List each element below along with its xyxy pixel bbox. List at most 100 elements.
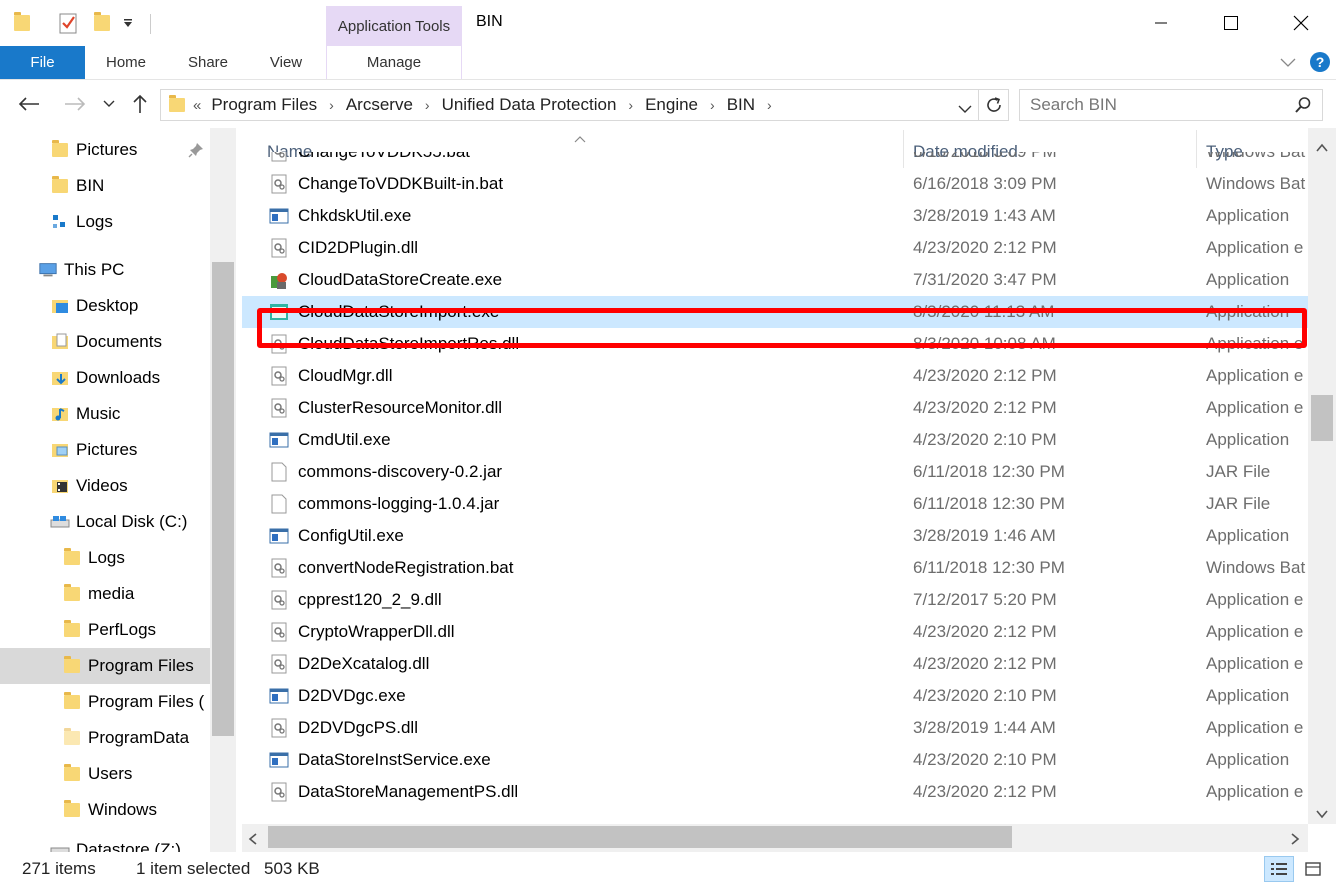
nav-item-pictures[interactable]: Pictures [0,432,210,468]
address-overflow[interactable]: « [193,97,207,114]
table-row[interactable]: CloudDataStoreImport.exe 8/3/2020 11:13 A… [242,296,1308,328]
nav-item-bin[interactable]: BIN [0,168,210,204]
file-name: ClusterResourceMonitor.dll [298,398,503,417]
breadcrumb-chevron-icon[interactable]: › [702,97,723,113]
nav-item-documents[interactable]: Documents [0,324,210,360]
refresh-button[interactable] [978,90,1008,120]
gear-file-icon [269,174,289,194]
search-icon[interactable] [1294,96,1312,119]
folder-icon [50,140,70,160]
nav-item-perflogs[interactable]: PerfLogs [0,612,210,648]
forward-button[interactable] [62,92,88,116]
scroll-left-button[interactable] [248,831,258,850]
table-row[interactable]: D2DVDgc.exe 4/23/2020 2:10 PM Application [242,680,1308,712]
breadcrumb-chevron-icon[interactable]: › [417,97,438,113]
properties-icon[interactable] [58,12,80,34]
help-button[interactable]: ? [1310,52,1330,72]
breadcrumb-unified-data-protection[interactable]: Unified Data Protection [438,95,621,115]
breadcrumb-chevron-icon[interactable]: › [759,97,780,113]
breadcrumb-bin[interactable]: BIN [723,95,759,115]
chevron-down-icon [1316,810,1328,819]
tab-view[interactable]: View [250,46,322,79]
tab-share[interactable]: Share [172,46,244,79]
nav-item-program-files-x86[interactable]: Program Files ( [0,684,210,720]
file-name: CloudDataStoreCreate.exe [298,270,503,289]
file-name: convertNodeRegistration.bat [298,558,514,577]
table-row[interactable]: CloudDataStoreImportRes.dll 8/3/2020 10:0… [242,328,1308,360]
table-row[interactable]: ConfigUtil.exe 3/28/2019 1:46 AM Applicati… [242,520,1308,552]
table-row[interactable]: CloudDataStoreCreate.exe 7/31/2020 3:47 P… [242,264,1308,296]
folder-icon [62,728,82,748]
nav-item-desktop[interactable]: Desktop [0,288,210,324]
nav-item-program-files[interactable]: Program Files [0,648,210,684]
table-row[interactable]: ChangeToVDDKBuilt-in.bat 6/16/2018 3:09 P… [242,168,1308,200]
file-type: Application e [1206,366,1304,385]
scroll-down-button[interactable] [1315,804,1329,823]
nav-item-label: Program Files [88,656,194,675]
breadcrumb-chevron-icon[interactable]: › [620,97,641,113]
file-name: CryptoWrapperDll.dll [298,622,455,641]
table-row[interactable]: CmdUtil.exe 4/23/2020 2:10 PM Application [242,424,1308,456]
close-button[interactable] [1266,0,1336,46]
breadcrumb-engine[interactable]: Engine [641,95,702,115]
nav-item-videos[interactable]: Videos [0,468,210,504]
back-button[interactable] [16,92,42,116]
file-name: CloudDataStoreImportRes.dll [298,334,520,353]
large-icons-view-button[interactable] [1298,856,1328,882]
customize-toolbar-icon[interactable] [118,12,138,34]
vertical-scrollbar-thumb[interactable] [1311,395,1333,441]
file-date-modified: 4/23/2020 2:12 PM [913,366,1057,385]
recent-locations-button[interactable] [100,92,118,116]
nav-item-pictures-quick[interactable]: Pictures [0,132,210,168]
search-input[interactable]: Search BIN [1019,89,1323,121]
folder-icon[interactable] [12,12,32,34]
scroll-up-button[interactable] [1315,138,1329,157]
address-dropdown-button[interactable] [958,99,972,119]
table-row[interactable]: CloudMgr.dll 4/23/2020 2:12 PM Application… [242,360,1308,392]
breadcrumb-program-files[interactable]: Program Files [207,95,321,115]
new-folder-icon[interactable] [92,12,112,34]
table-row[interactable]: DataStoreInstService.exe 4/23/2020 2:10 P… [242,744,1308,776]
details-view-button[interactable] [1264,856,1294,882]
expand-ribbon-button[interactable] [1278,54,1298,72]
table-row[interactable]: CryptoWrapperDll.dll 4/23/2020 2:12 PM App… [242,616,1308,648]
breadcrumb-chevron-icon[interactable]: › [321,97,342,113]
ribbon-tabs: File Home Share View Manage ? [0,46,1336,80]
nav-item-logs[interactable]: Logs [0,540,210,576]
nav-item-label: Desktop [76,296,139,315]
nav-item-datastore-z[interactable]: Datastore (Z:) [0,832,210,852]
table-row[interactable]: commons-logging-1.0.4.jar 6/11/2018 12:30… [242,488,1308,520]
table-row[interactable]: ChangeToVDDK55.bat 6/16/2018 3:09 PM Windo… [242,152,1308,168]
nav-item-music[interactable]: Music [0,396,210,432]
table-row[interactable]: DataStoreManagementPS.dll 4/23/2020 2:12 … [242,776,1308,808]
scroll-right-button[interactable] [1290,831,1300,850]
table-row[interactable]: commons-discovery-0.2.jar 6/11/2018 12:30… [242,456,1308,488]
table-row[interactable]: cpprest120_2_9.dll 7/12/2017 5:20 PM Appli… [242,584,1308,616]
horizontal-scrollbar-thumb[interactable] [268,826,1012,848]
nav-item-this-pc[interactable]: This PC [0,252,210,288]
maximize-button[interactable] [1196,0,1266,46]
nav-item-programdata[interactable]: ProgramData [0,720,210,756]
breadcrumb-arcserve[interactable]: Arcserve [342,95,417,115]
tab-home[interactable]: Home [90,46,162,79]
table-row[interactable]: CID2DPlugin.dll 4/23/2020 2:12 PM Applicat… [242,232,1308,264]
table-row[interactable]: D2DVDgcPS.dll 3/28/2019 1:44 AM Applicatio… [242,712,1308,744]
table-row[interactable]: D2DeXcatalog.dll 4/23/2020 2:12 PM Applica… [242,648,1308,680]
vertical-scrollbar[interactable] [1308,128,1336,824]
tab-file[interactable]: File [0,46,85,79]
nav-item-logs-quick[interactable]: Logs [0,204,210,240]
nav-item-local-disk-c[interactable]: Local Disk (C:) [0,504,210,540]
nav-scrollbar-thumb[interactable] [212,262,234,736]
nav-item-downloads[interactable]: Downloads [0,360,210,396]
table-row[interactable]: ChkdskUtil.exe 3/28/2019 1:43 AM Applicati… [242,200,1308,232]
up-button[interactable] [128,92,152,116]
tab-manage[interactable]: Manage [326,46,462,79]
nav-item-users[interactable]: Users [0,756,210,792]
file-type: Application [1206,270,1290,289]
table-row[interactable]: convertNodeRegistration.bat 6/11/2018 12:… [242,552,1308,584]
nav-item-media[interactable]: media [0,576,210,612]
table-row[interactable]: ClusterResourceMonitor.dll 4/23/2020 2:12… [242,392,1308,424]
minimize-button[interactable] [1126,0,1196,46]
nav-item-windows[interactable]: Windows [0,792,210,828]
address-bar[interactable]: « Program Files › Arcserve › Unified Dat… [160,89,1009,121]
